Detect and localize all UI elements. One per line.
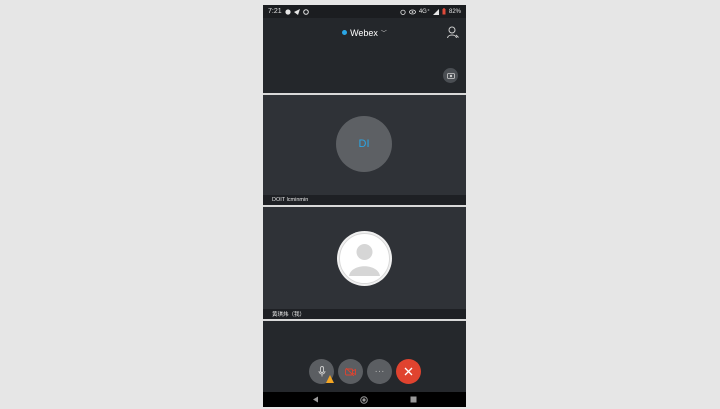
self-view-strip — [263, 47, 466, 93]
webex-logo-icon — [342, 30, 348, 35]
participants-icon[interactable] — [447, 26, 459, 39]
send-icon — [293, 8, 300, 15]
warning-icon — [326, 375, 334, 383]
status-bar: 7:21 4G⁺ 82% — [263, 5, 466, 18]
call-controls: ··· — [263, 319, 466, 392]
participant-tile[interactable]: 黄琪炜（我） — [263, 205, 466, 319]
participant-tile[interactable]: DI DOIT lcminmin — [263, 93, 466, 205]
android-nav-bar — [263, 392, 466, 407]
participant-avatar: DI — [336, 116, 392, 172]
microphone-icon — [318, 366, 325, 377]
alarm-icon — [400, 9, 406, 15]
close-icon — [404, 367, 413, 376]
app-title-dropdown[interactable]: Webex ﹀ — [342, 28, 387, 38]
camera-switch-icon — [446, 72, 455, 79]
phone-screen: 7:21 4G⁺ 82% Webex ﹀ DI DOIT lcminmin 黄琪… — [263, 5, 466, 407]
network-type: 4G⁺ — [418, 9, 430, 15]
mute-button[interactable] — [309, 359, 334, 384]
switch-camera-button[interactable] — [443, 68, 458, 83]
end-call-button[interactable] — [396, 359, 421, 384]
battery-level: 82% — [448, 8, 461, 15]
signal-icon — [432, 8, 439, 15]
app-header: Webex ﹀ — [263, 18, 466, 47]
more-options-button[interactable]: ··· — [367, 359, 392, 384]
stop-video-button[interactable] — [338, 359, 363, 384]
participant-name: 黄琪炜（我） — [263, 309, 466, 319]
video-off-icon — [345, 367, 356, 376]
default-avatar-icon — [337, 231, 392, 286]
back-icon[interactable] — [312, 396, 319, 403]
status-time: 7:21 — [268, 8, 282, 15]
home-icon[interactable] — [360, 395, 369, 404]
chat-icon — [285, 8, 291, 15]
recents-icon[interactable] — [410, 396, 417, 403]
chevron-down-icon: ﹀ — [380, 31, 387, 37]
participant-name: DOIT lcminmin — [263, 195, 466, 205]
battery-icon — [442, 8, 446, 15]
more-icon: ··· — [374, 365, 385, 377]
sync-icon — [302, 8, 309, 15]
eye-icon — [408, 9, 416, 14]
app-title: Webex — [350, 27, 378, 38]
